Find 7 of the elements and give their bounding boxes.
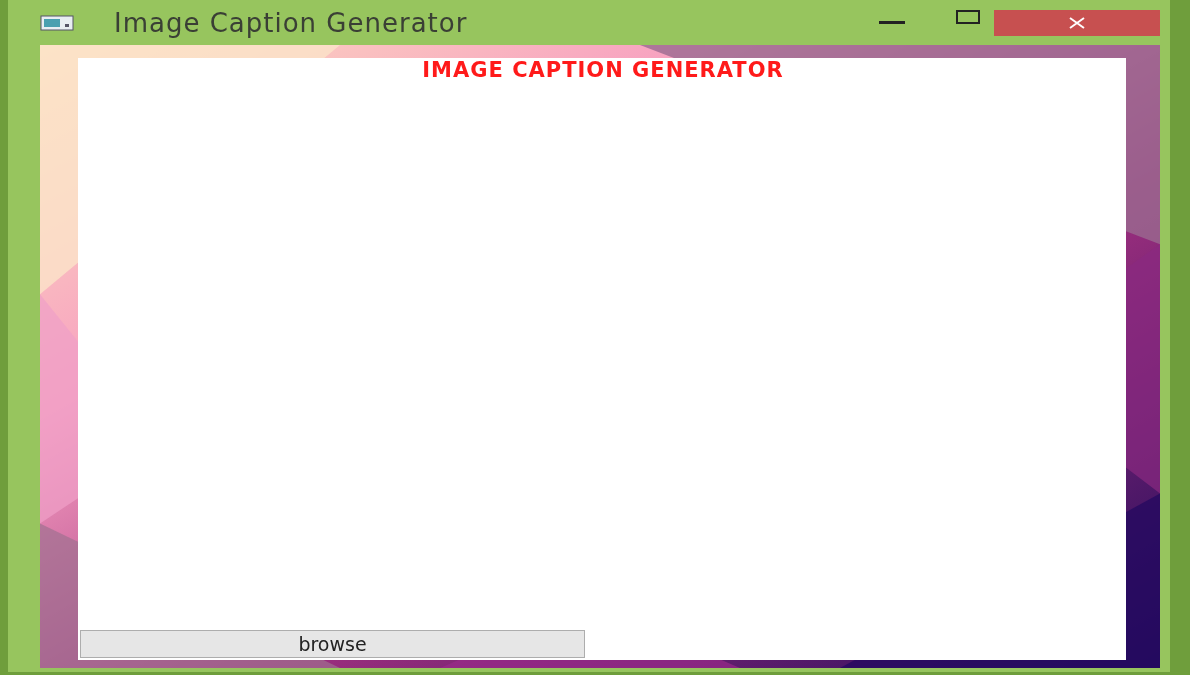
window-title: Image Caption Generator <box>114 7 468 38</box>
window-icon <box>40 14 74 31</box>
minimize-icon <box>879 21 905 25</box>
app-heading: IMAGE CAPTION GENERATOR <box>422 58 784 82</box>
maximize-icon <box>956 10 980 24</box>
close-icon <box>1068 17 1086 29</box>
browse-button[interactable]: browse <box>80 630 585 658</box>
